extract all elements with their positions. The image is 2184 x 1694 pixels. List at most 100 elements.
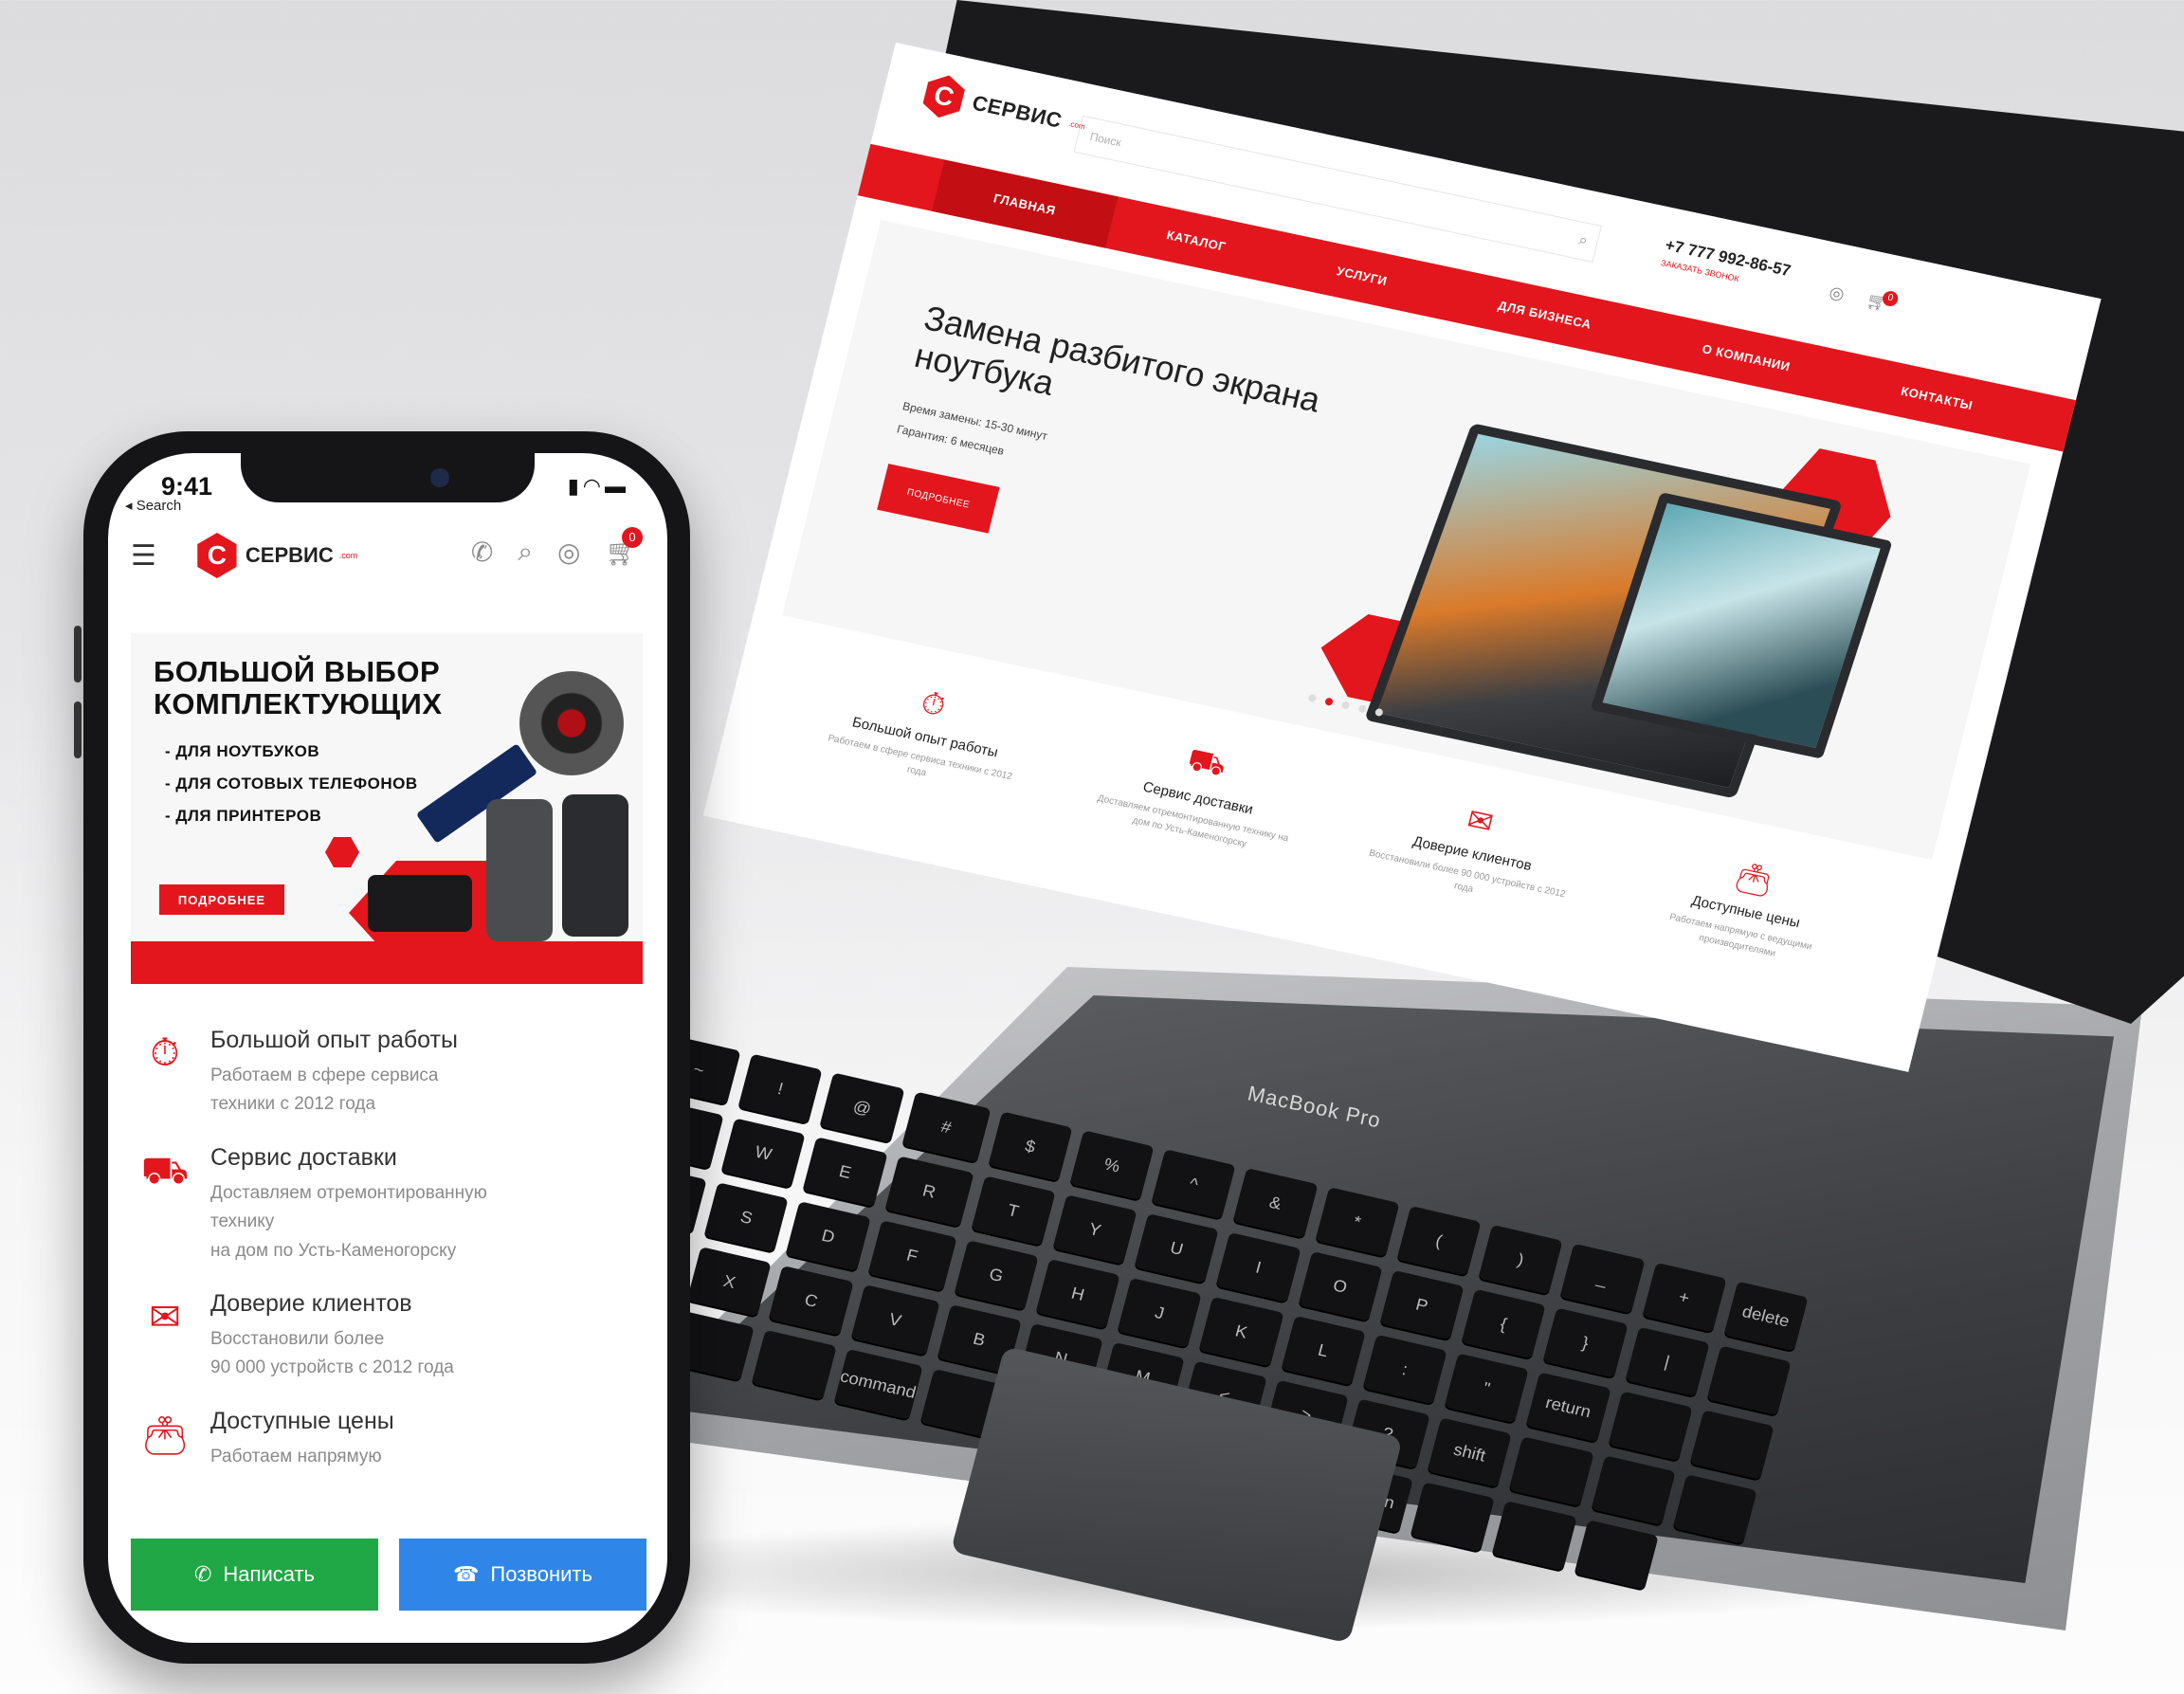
keyboard-key[interactable]: _ [1559,1243,1646,1314]
keyboard-key[interactable] [1509,1436,1594,1507]
keyboard-key[interactable]: Y [1052,1194,1138,1265]
feature-trust: ✉ Доверие клиентов Восстановили более 90… [136,1290,648,1383]
search-icon[interactable]: ⌕ [1576,232,1590,250]
keyboard-key[interactable]: U [1134,1213,1219,1284]
feature-desc: Восстановили более 90 000 устройств с 20… [210,1325,454,1383]
keyboard-key[interactable]: { [1461,1288,1546,1359]
keyboard-key[interactable]: K [1199,1296,1284,1367]
keyboard-key[interactable]: delete [1723,1281,1809,1352]
keyboard-key[interactable]: P [1379,1269,1465,1340]
feature-desc-line: 90 000 устройств с 2012 года [210,1357,454,1378]
keyboard-key[interactable]: S [703,1182,790,1253]
keyboard-key[interactable]: O [1298,1250,1383,1321]
camera-icon [430,468,449,487]
slider-dot[interactable] [1357,703,1368,714]
promo-banner[interactable]: БОЛЬШОЙ ВЫБОР КОМПЛЕКТУЮЩИХ - ДЛЯ НОУТБУ… [131,633,643,984]
whatsapp-button[interactable]: ✆ Написать [131,1539,378,1611]
keyboard-key[interactable] [1672,1474,1757,1544]
sticky-action-bar: ✆ Написать ☎ Позвонить [131,1539,646,1611]
keyboard-key[interactable]: % [1069,1130,1155,1201]
keyboard-key[interactable]: * [1315,1187,1400,1257]
feature-desc: Работаем напрямую [210,1443,394,1471]
keyboard-key[interactable]: H [1035,1259,1120,1329]
keyboard-key[interactable]: ^ [1151,1149,1236,1219]
keyboard-key[interactable] [1574,1520,1659,1590]
keyboard-key[interactable]: shift [1427,1417,1512,1488]
keyboard-key[interactable]: + [1642,1262,1727,1333]
keyboard-key[interactable]: V [850,1284,940,1356]
keyboard-key[interactable] [752,1329,837,1400]
hamburger-menu-icon[interactable]: ☰ [131,539,156,573]
site-logo[interactable]: C СЕРВИС .com [918,71,1090,148]
keyboard-key[interactable]: " [1444,1353,1529,1424]
keyboard-key[interactable] [1608,1391,1693,1462]
feature-delivery: ⛟ Сервис доставки Доставляем отремонтиро… [1085,724,1313,862]
keyboard-key[interactable]: D [786,1201,871,1271]
keyboard-key[interactable] [1591,1455,1676,1525]
phone-side-button [74,701,82,758]
keyboard-key[interactable]: J [1117,1277,1202,1348]
certificate-icon: ✉ [149,1296,181,1339]
whatsapp-icon: ✆ [193,1562,212,1586]
back-to-search[interactable]: ◂ Search [125,497,181,514]
keyboard-key[interactable]: @ [820,1072,905,1143]
keyboard-key[interactable]: | [1625,1326,1710,1397]
feature-title: Доступные цены [210,1407,394,1434]
feature-trust: ✉ Доверие клиентов Восстановили более 90… [1359,782,1587,920]
keyboard-key[interactable]: I [1215,1232,1301,1302]
search-icon[interactable]: ⌕ [518,537,533,568]
keyboard-key[interactable]: E [803,1137,888,1208]
cart-count-badge: 0 [622,527,643,548]
feature-prices: 👛︎ Доступные цены Работаем напрямую с ве… [1633,840,1861,977]
home-indicator [108,1616,667,1643]
feature-title: Доверие клиентов [210,1289,412,1317]
phone-side-button [74,626,82,683]
feature-prices: 👛︎ Доступные цены Работаем напрямую [136,1408,648,1471]
banner-hex-decoration [325,837,359,867]
keyboard-key[interactable]: F [867,1220,957,1291]
feature-desc-line: Работаем напрямую [210,1446,382,1466]
keyboard-key[interactable] [1492,1501,1577,1571]
banner-title: БОЛЬШОЙ ВЫБОР КОМПЛЕКТУЮЩИХ [154,655,443,721]
hero-more-button[interactable]: ПОДРОБНЕЕ [877,464,1000,534]
feature-delivery: ⛟ Сервис доставки Доставляем отремонтиро… [136,1144,648,1266]
slider-dot[interactable] [1307,693,1318,703]
feature-experience: ⏱ Большой опыт работы Работаем в сфере с… [812,665,1040,803]
keyboard-key[interactable]: $ [988,1111,1073,1182]
keyboard-key[interactable]: : [1362,1334,1447,1405]
logo-suffix: .com [338,551,358,560]
keyboard-key[interactable]: # [901,1091,992,1163]
keyboard-key[interactable]: L [1281,1315,1366,1386]
keyboard-key[interactable]: C [769,1266,854,1336]
keyboard-key[interactable]: R [884,1156,974,1228]
keyboard-key[interactable]: ) [1478,1224,1563,1295]
keyboard-key[interactable]: T [971,1175,1056,1247]
mobile-logo[interactable]: C СЕРВИС .com [194,533,357,578]
keyboard-key[interactable]: return [1525,1372,1611,1443]
search-placeholder: Поиск [1088,129,1123,150]
keyboard-key[interactable]: command [833,1348,923,1420]
keyboard-key[interactable]: & [1232,1168,1319,1238]
keyboard-key[interactable] [1410,1482,1496,1553]
keyboard-key[interactable] [1689,1410,1774,1481]
keyboard-key[interactable]: X [686,1247,773,1317]
keyboard-key[interactable]: ( [1396,1206,1482,1276]
keyboard-key[interactable]: } [1542,1307,1629,1378]
phone-icon[interactable]: ✆ [471,537,493,568]
whatsapp-label: Написать [223,1562,316,1586]
call-button[interactable]: ☎ Позвонить [399,1539,646,1611]
cooler-fan-image [519,671,624,775]
user-icon[interactable]: ◎ [1827,282,1847,305]
keyboard-key[interactable]: ! [737,1053,823,1124]
keyboard-key[interactable]: G [954,1240,1039,1310]
slider-dot[interactable] [1324,697,1334,706]
slider-dot[interactable] [1340,701,1351,710]
keyboard-key[interactable] [1706,1345,1792,1416]
keyboard-key[interactable]: W [720,1118,807,1189]
feature-title: Большой опыт работы [210,1027,458,1053]
user-icon[interactable]: ◎ [557,537,580,568]
feature-title: Сервис доставки [210,1143,397,1171]
banner-more-button[interactable]: ПОДРОБНЕЕ [159,884,284,915]
logo-text: СЕРВИС [245,543,334,567]
call-label: Позвонить [490,1562,592,1586]
